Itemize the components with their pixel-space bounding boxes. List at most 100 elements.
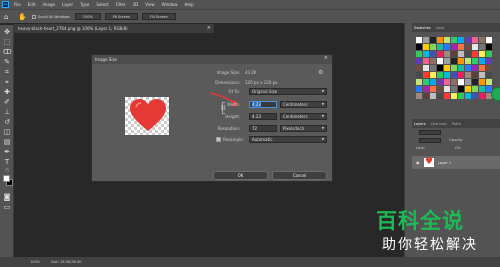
tab-swatches[interactable]: Swatches [414, 26, 431, 30]
hand-tool-icon[interactable]: ☝ [3, 166, 11, 174]
color-swatch[interactable] [437, 93, 443, 99]
color-swatch[interactable] [458, 65, 464, 71]
close-icon[interactable]: × [207, 24, 211, 33]
color-swatch[interactable] [465, 65, 471, 71]
color-swatch[interactable] [479, 37, 485, 43]
color-swatch[interactable] [437, 72, 443, 78]
foreground-color-swatch[interactable] [3, 175, 10, 182]
menu-layer[interactable]: Layer [62, 2, 73, 7]
color-swatch[interactable] [472, 93, 478, 99]
color-swatch[interactable] [479, 44, 485, 50]
menu-type[interactable]: Type [80, 2, 89, 7]
color-swatch[interactable] [444, 93, 450, 99]
color-swatch[interactable] [416, 79, 422, 85]
color-swatch[interactable] [430, 93, 436, 99]
color-swatch[interactable] [465, 51, 471, 57]
color-swatch[interactable] [486, 79, 492, 85]
screen-mode-icon[interactable]: ▭ [3, 203, 11, 211]
resample-checkbox[interactable]: ✓ [216, 137, 221, 142]
color-swatch[interactable] [479, 51, 485, 57]
menu-view[interactable]: View [145, 2, 155, 7]
color-swatch[interactable] [451, 58, 457, 64]
pen-tool-icon[interactable]: ✒ [3, 148, 11, 156]
move-tool-icon[interactable]: ✥ [3, 28, 11, 36]
color-swatch[interactable] [451, 72, 457, 78]
color-swatch[interactable] [479, 93, 485, 99]
color-swatch[interactable] [458, 51, 464, 57]
close-icon[interactable]: × [324, 55, 328, 61]
ok-button[interactable]: OK [213, 171, 268, 180]
tab-color[interactable]: Color [436, 26, 445, 30]
color-swatch[interactable] [479, 58, 485, 64]
color-swatch[interactable] [430, 86, 436, 92]
blend-mode-select[interactable] [419, 137, 441, 143]
color-swatch[interactable] [444, 44, 450, 50]
color-swatch[interactable] [451, 51, 457, 57]
color-swatch[interactable] [416, 93, 422, 99]
color-swatch[interactable] [458, 86, 464, 92]
color-swatch[interactable] [437, 86, 443, 92]
brush-tool-icon[interactable]: ✐ [3, 98, 11, 106]
color-swatch[interactable] [451, 37, 457, 43]
color-swatch[interactable] [423, 37, 429, 43]
menu-edit[interactable]: Edit [28, 2, 36, 7]
color-swatch[interactable] [444, 72, 450, 78]
home-icon[interactable]: ⌂ [4, 13, 12, 21]
fill-screen-button[interactable]: Fill Screen [142, 13, 176, 20]
color-swatch[interactable] [430, 79, 436, 85]
menu-filter[interactable]: Filter [116, 2, 126, 7]
color-swatch[interactable] [472, 65, 478, 71]
color-swatch[interactable] [423, 93, 429, 99]
color-swatch[interactable] [430, 37, 436, 43]
color-swatch[interactable] [437, 51, 443, 57]
color-swatch[interactable] [416, 86, 422, 92]
color-swatch[interactable] [458, 44, 464, 50]
height-input[interactable]: 4.23 [249, 113, 277, 120]
stamp-tool-icon[interactable]: ⊥ [3, 108, 11, 116]
color-swatch[interactable] [465, 44, 471, 50]
tab-layers[interactable]: Layers [414, 122, 426, 126]
color-swatch[interactable] [451, 44, 457, 50]
color-swatch[interactable] [423, 51, 429, 57]
color-swatch[interactable] [430, 44, 436, 50]
color-swatch[interactable] [444, 51, 450, 57]
height-unit-select[interactable]: Centimeters ▼ [280, 113, 327, 120]
color-swatch[interactable] [416, 37, 422, 43]
color-swatch[interactable] [430, 72, 436, 78]
width-unit-select[interactable]: Centimeters ▼ [280, 101, 327, 108]
floating-action-button[interactable] [491, 87, 500, 101]
layer-row[interactable]: ◉ Layer 1 [412, 156, 500, 169]
menu-file[interactable]: File [14, 2, 21, 7]
color-swatch[interactable] [451, 79, 457, 85]
color-swatch[interactable] [458, 79, 464, 85]
resolution-input[interactable]: 72 [249, 125, 277, 132]
color-swatch[interactable] [465, 72, 471, 78]
color-swatch[interactable] [472, 44, 478, 50]
fit-screen-button[interactable]: Fit Screen [104, 13, 139, 20]
gear-icon[interactable]: ⚙ [318, 69, 323, 76]
type-tool-icon[interactable]: T [3, 158, 11, 166]
fit-to-select[interactable]: Original Size ▼ [249, 88, 327, 95]
quick-select-tool-icon[interactable]: ✎ [3, 58, 11, 66]
menu-3d[interactable]: 3D [133, 2, 139, 7]
color-swatch[interactable] [472, 72, 478, 78]
eyedropper-tool-icon[interactable]: ⌖ [3, 78, 11, 86]
color-swatch[interactable] [423, 58, 429, 64]
color-swatch[interactable] [472, 51, 478, 57]
color-swatch[interactable] [430, 65, 436, 71]
color-swatch[interactable] [486, 65, 492, 71]
color-swatch[interactable] [479, 65, 485, 71]
color-swatch[interactable] [437, 44, 443, 50]
history-brush-icon[interactable]: ↺ [3, 118, 11, 126]
color-swatch[interactable] [472, 37, 478, 43]
color-swatch[interactable] [423, 44, 429, 50]
color-swatch[interactable] [451, 86, 457, 92]
eraser-tool-icon[interactable]: ◫ [3, 128, 11, 136]
color-swatch[interactable] [479, 72, 485, 78]
color-swatch[interactable] [458, 37, 464, 43]
width-input[interactable]: 4.23 [249, 101, 277, 108]
color-swatch[interactable] [444, 79, 450, 85]
color-swatch[interactable] [444, 58, 450, 64]
color-swatch[interactable] [444, 86, 450, 92]
color-swatch[interactable] [430, 58, 436, 64]
